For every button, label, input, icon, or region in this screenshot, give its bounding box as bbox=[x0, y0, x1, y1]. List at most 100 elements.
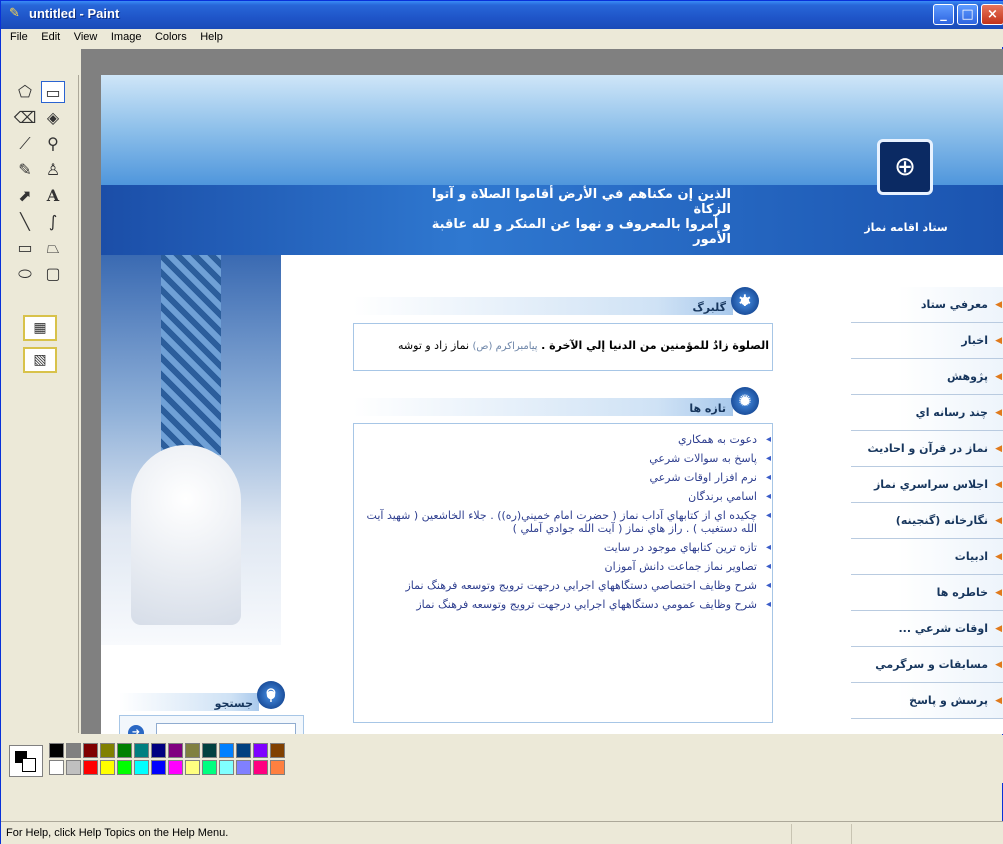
color-swatch[interactable] bbox=[168, 760, 183, 775]
menu-image[interactable]: Image bbox=[106, 29, 147, 45]
curve-icon[interactable]: ∫ bbox=[41, 211, 65, 233]
color-swatch[interactable] bbox=[185, 743, 200, 758]
menu-item[interactable]: اجلاس سراسري نماز bbox=[851, 467, 1003, 503]
site-name: ستاد اقامه نماز bbox=[864, 221, 948, 234]
color-swatch[interactable] bbox=[66, 760, 81, 775]
menu-item[interactable]: ادبيات bbox=[851, 539, 1003, 575]
color-swatch[interactable] bbox=[117, 760, 132, 775]
menu-file[interactable]: File bbox=[5, 29, 33, 45]
menu-item[interactable]: اوقات شرعي ... bbox=[851, 611, 1003, 647]
color-swatch[interactable] bbox=[270, 743, 285, 758]
picker-icon[interactable]: ⟋ bbox=[13, 133, 37, 155]
close-button[interactable]: × bbox=[981, 4, 1003, 25]
news-item[interactable]: چكيده اي از كتابهاي آداب نماز ( حضرت اما… bbox=[351, 509, 771, 535]
site-logo-icon: ⊕ bbox=[877, 139, 933, 195]
menu-item[interactable]: نماز در قرآن و احاديث bbox=[851, 431, 1003, 467]
search-input[interactable] bbox=[156, 723, 296, 734]
color-swatch[interactable] bbox=[253, 743, 268, 758]
color-swatch[interactable] bbox=[49, 760, 64, 775]
menu-item[interactable]: نگارخانه (گنجينه) bbox=[851, 503, 1003, 539]
menu-colors[interactable]: Colors bbox=[150, 29, 192, 45]
color-swatch[interactable] bbox=[202, 743, 217, 758]
toolbox: ⬠ ▭ ⌫ ◈ ⟋ ⚲ ✎ ♙ ⬈ A ╲ ∫ ▭ ⏢ ⬭ ▢ ▦ ▧ bbox=[5, 75, 79, 733]
search-go-icon[interactable]: ➜ bbox=[128, 725, 144, 734]
color-swatch[interactable] bbox=[253, 760, 268, 775]
gallery-caption[interactable]: نماز زاد و توشه bbox=[398, 339, 469, 352]
color-swatch[interactable] bbox=[185, 760, 200, 775]
status-cell bbox=[851, 824, 921, 844]
menu-item[interactable]: پرسش و پاسخ bbox=[851, 683, 1003, 719]
title-bar[interactable]: ✎ untitled - Paint _ □ × bbox=[1, 1, 1003, 29]
color-swatch[interactable] bbox=[100, 743, 115, 758]
transparent-mode-icon[interactable]: ▧ bbox=[23, 347, 57, 373]
gallery-source: پیامبراکرم (ص) bbox=[472, 341, 538, 352]
color-swatch[interactable] bbox=[83, 760, 98, 775]
rect-select-icon[interactable]: ▭ bbox=[41, 81, 65, 103]
menu-help[interactable]: Help bbox=[195, 29, 228, 45]
gear-icon: ✺ bbox=[731, 387, 759, 415]
color-swatch[interactable] bbox=[134, 743, 149, 758]
menu-item[interactable]: پژوهش bbox=[851, 359, 1003, 395]
color-swatch[interactable] bbox=[219, 760, 234, 775]
menu-item[interactable]: اخبار bbox=[851, 323, 1003, 359]
news-item[interactable]: شرح وظايف اختصاصي دستگاههاي اجرايي درجهت… bbox=[351, 579, 771, 592]
menu-bar: File Edit View Image Colors Help bbox=[1, 29, 1003, 47]
news-item[interactable]: تازه ترين كتابهاي موجود در سايت bbox=[351, 541, 771, 554]
menu-view[interactable]: View bbox=[69, 29, 103, 45]
menu-item[interactable]: معرفي ستاد bbox=[851, 287, 1003, 323]
menu-item[interactable]: چند رسانه اي bbox=[851, 395, 1003, 431]
background-color[interactable] bbox=[22, 758, 36, 772]
maximize-button[interactable]: □ bbox=[957, 4, 978, 25]
canvas[interactable]: الذين إن مكناهم في الأرض أقاموا الصلاة و… bbox=[101, 75, 1003, 734]
color-swatch[interactable] bbox=[270, 760, 285, 775]
search-box: ➜ bbox=[119, 715, 304, 734]
eraser-icon[interactable]: ⌫ bbox=[13, 107, 37, 129]
rectangle-icon[interactable]: ▭ bbox=[13, 237, 37, 259]
opaque-mode-icon[interactable]: ▦ bbox=[23, 315, 57, 341]
banner-verse-line1: الذين إن مكناهم في الأرض أقاموا الصلاة و… bbox=[431, 187, 731, 217]
minimize-button[interactable]: _ bbox=[933, 4, 954, 25]
color-swatch[interactable] bbox=[49, 743, 64, 758]
menu-item[interactable]: مسابقات و سرگرمي bbox=[851, 647, 1003, 683]
color-swatch[interactable] bbox=[236, 743, 251, 758]
color-swatch[interactable] bbox=[151, 743, 166, 758]
fill-icon[interactable]: ◈ bbox=[41, 107, 65, 129]
news-item[interactable]: اسامي برندگان bbox=[351, 490, 771, 503]
color-swatch[interactable] bbox=[100, 760, 115, 775]
color-swatch[interactable] bbox=[168, 743, 183, 758]
line-icon[interactable]: ╲ bbox=[13, 211, 37, 233]
polygon-icon[interactable]: ⏢ bbox=[41, 237, 65, 259]
color-swatch[interactable] bbox=[151, 760, 166, 775]
news-item[interactable]: تصاوير نماز جماعت دانش آموزان bbox=[351, 560, 771, 573]
color-palette bbox=[1, 735, 1003, 783]
status-text: For Help, click Help Topics on the Help … bbox=[6, 827, 229, 839]
color-swatch[interactable] bbox=[66, 743, 81, 758]
status-bar: For Help, click Help Topics on the Help … bbox=[1, 821, 1003, 844]
current-colors bbox=[9, 745, 43, 777]
color-swatch[interactable] bbox=[236, 760, 251, 775]
airbrush-icon[interactable]: ⬈ bbox=[13, 185, 37, 207]
tile-pattern bbox=[161, 255, 221, 455]
site-menu: معرفي ستاد اخبار پژوهش چند رسانه اي نماز… bbox=[851, 287, 1003, 719]
news-item[interactable]: نرم افزار اوقات شرعي bbox=[351, 471, 771, 484]
color-swatch[interactable] bbox=[219, 743, 234, 758]
menu-item[interactable]: خاطره ها bbox=[851, 575, 1003, 611]
text-icon[interactable]: A bbox=[41, 185, 65, 207]
rounded-rect-icon[interactable]: ▢ bbox=[41, 263, 65, 285]
color-swatch[interactable] bbox=[83, 743, 98, 758]
magnifier-icon[interactable]: ⚲ bbox=[41, 133, 65, 155]
banner-verse-line2: و أمروا بالمعروف و نهوا عن المنكر و لله … bbox=[431, 217, 731, 247]
ellipse-icon[interactable]: ⬭ bbox=[13, 263, 37, 285]
canvas-area: الذين إن مكناهم في الأرض أقاموا الصلاة و… bbox=[81, 49, 1003, 734]
news-item[interactable]: دعوت به همكاري bbox=[351, 433, 771, 446]
pencil-icon[interactable]: ✎ bbox=[13, 159, 37, 181]
brush-icon[interactable]: ♙ bbox=[41, 159, 65, 181]
free-select-icon[interactable]: ⬠ bbox=[13, 81, 37, 103]
color-swatch[interactable] bbox=[117, 743, 132, 758]
news-item[interactable]: پاسخ به سوالات شرعي bbox=[351, 452, 771, 465]
news-item[interactable]: شرح وظايف عمومي دستگاههاي اجرايي درجهت ت… bbox=[351, 598, 771, 611]
site-banner: الذين إن مكناهم في الأرض أقاموا الصلاة و… bbox=[101, 75, 1003, 255]
color-swatch[interactable] bbox=[134, 760, 149, 775]
menu-edit[interactable]: Edit bbox=[36, 29, 65, 45]
color-swatch[interactable] bbox=[202, 760, 217, 775]
